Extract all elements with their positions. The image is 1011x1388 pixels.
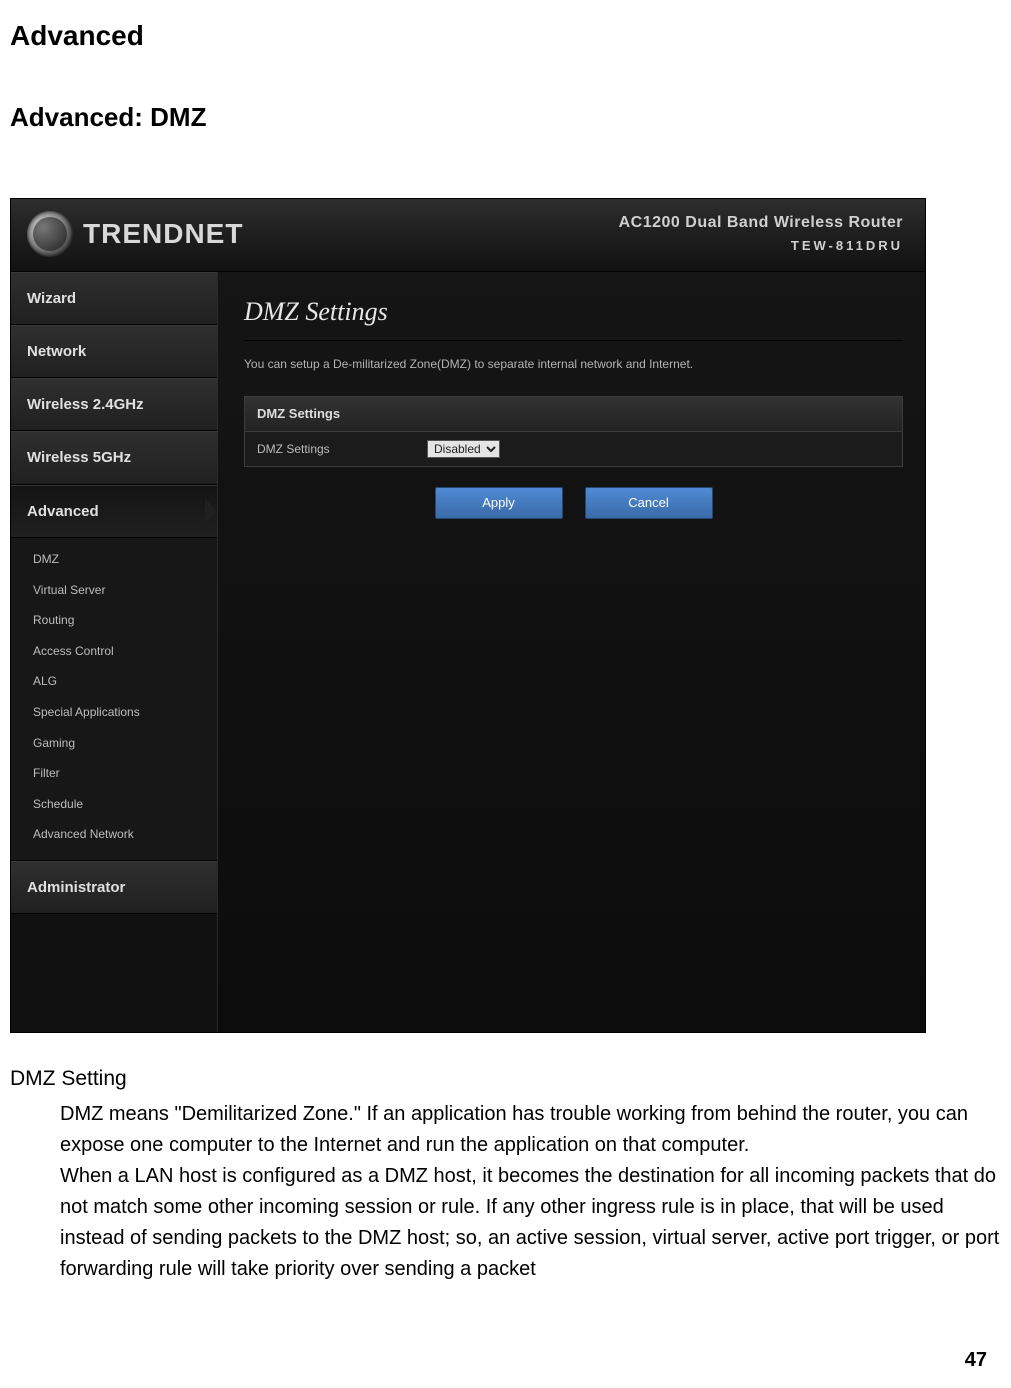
sidebar-item-administrator[interactable]: Administrator: [11, 861, 217, 914]
subnav-dmz[interactable]: DMZ: [11, 544, 217, 575]
product-label: AC1200 Dual Band Wireless Router TEW-811…: [619, 211, 903, 256]
panel-row-dmz: DMZ Settings Disabled: [245, 432, 902, 467]
subnav-special-applications[interactable]: Special Applications: [11, 697, 217, 728]
subnav-advanced-network[interactable]: Advanced Network: [11, 819, 217, 850]
divider: [244, 340, 903, 341]
product-line-2: TEW-811DRU: [619, 236, 903, 256]
sidebar-item-wireless-5[interactable]: Wireless 5GHz: [11, 431, 217, 484]
row-label: DMZ Settings: [257, 440, 427, 459]
content-title: DMZ Settings: [244, 292, 903, 332]
sidebar: Wizard Network Wireless 2.4GHz Wireless …: [11, 272, 217, 1032]
doc-paragraph-1: DMZ means "Demilitarized Zone." If an ap…: [60, 1099, 1000, 1161]
brand-text: TRENDNET: [83, 212, 243, 255]
page-title-advanced: Advanced: [10, 14, 1001, 57]
sidebar-item-wireless-24[interactable]: Wireless 2.4GHz: [11, 378, 217, 431]
subnav-filter[interactable]: Filter: [11, 758, 217, 789]
content-description: You can setup a De-militarized Zone(DMZ)…: [244, 355, 903, 374]
router-header: TRENDNET AC1200 Dual Band Wireless Route…: [11, 199, 925, 272]
subnav-alg[interactable]: ALG: [11, 666, 217, 697]
cancel-button[interactable]: Cancel: [585, 487, 713, 519]
sidebar-item-wizard[interactable]: Wizard: [11, 272, 217, 325]
page-number: 47: [965, 1345, 987, 1376]
subnav-access-control[interactable]: Access Control: [11, 636, 217, 667]
sidebar-subnav: DMZ Virtual Server Routing Access Contro…: [11, 538, 217, 861]
product-line-1: AC1200 Dual Band Wireless Router: [619, 211, 903, 236]
router-admin-screenshot: TRENDNET AC1200 Dual Band Wireless Route…: [10, 198, 926, 1033]
subnav-routing[interactable]: Routing: [11, 605, 217, 636]
subnav-schedule[interactable]: Schedule: [11, 789, 217, 820]
apply-button[interactable]: Apply: [435, 487, 563, 519]
dmz-settings-panel: DMZ Settings DMZ Settings Disabled: [244, 396, 903, 468]
subnav-virtual-server[interactable]: Virtual Server: [11, 575, 217, 606]
brand-logo: TRENDNET: [27, 211, 243, 257]
button-row: Apply Cancel: [244, 487, 903, 519]
subnav-gaming[interactable]: Gaming: [11, 728, 217, 759]
sidebar-item-network[interactable]: Network: [11, 325, 217, 378]
doc-section-heading: DMZ Setting: [10, 1063, 1001, 1096]
page-title-advanced-dmz: Advanced: DMZ: [10, 97, 1001, 137]
doc-paragraph-2: When a LAN host is configured as a DMZ h…: [60, 1161, 1000, 1285]
sidebar-item-advanced[interactable]: Advanced: [11, 485, 217, 538]
dmz-select[interactable]: Disabled: [427, 440, 500, 458]
globe-icon: [27, 211, 73, 257]
content-area: DMZ Settings You can setup a De-militari…: [217, 272, 925, 1032]
panel-heading: DMZ Settings: [245, 397, 902, 432]
